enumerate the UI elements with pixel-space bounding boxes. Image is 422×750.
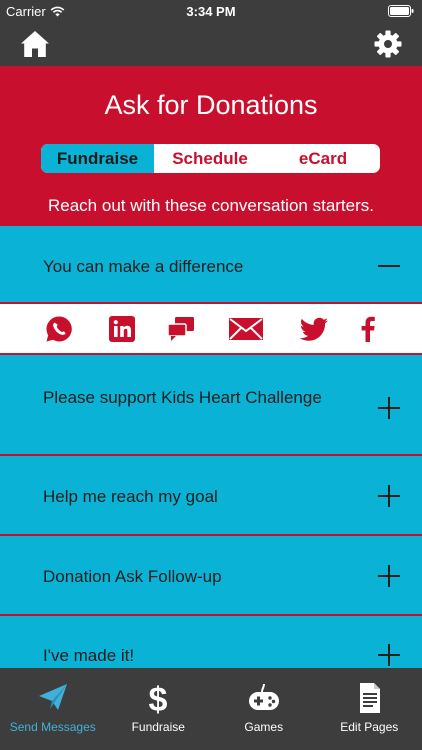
svg-text:$: $ (149, 682, 168, 714)
facebook-icon[interactable] (356, 314, 380, 344)
whatsapp-icon[interactable] (44, 314, 74, 344)
email-icon[interactable] (228, 314, 264, 344)
linkedin-icon[interactable] (107, 314, 137, 344)
gamepad-icon (248, 683, 279, 710)
collapse-icon[interactable] (378, 255, 400, 277)
message-row-made-it[interactable]: I've made it! (0, 616, 422, 668)
nav-bar (0, 22, 422, 66)
home-icon[interactable] (20, 30, 50, 58)
expand-icon[interactable] (378, 485, 400, 507)
tab-fundraise[interactable]: $ Fundraise (106, 668, 212, 750)
battery-icon (388, 5, 414, 17)
message-label: Help me reach my goal (43, 487, 218, 506)
tab-label: Send Messages (9, 720, 96, 734)
expand-icon[interactable] (378, 644, 400, 666)
expand-icon[interactable] (378, 565, 400, 587)
status-time: 3:34 PM (186, 4, 236, 19)
tab-edit-pages[interactable]: Edit Pages (317, 668, 422, 750)
donations-header: Ask for Donations Fundraise Schedule eCa… (0, 66, 422, 226)
tab-label: Games (244, 720, 284, 734)
expand-icon[interactable] (378, 397, 400, 419)
twitter-icon[interactable] (298, 314, 330, 344)
message-icon[interactable] (166, 314, 196, 344)
gear-icon[interactable] (374, 30, 402, 58)
header-subtitle: Reach out with these conversation starte… (48, 196, 374, 215)
paper-plane-icon (38, 684, 67, 710)
segment-fundraise[interactable]: Fundraise (41, 144, 154, 173)
tab-bar: Send Messages $ Fundraise Games Edit Pag… (0, 668, 422, 750)
message-row-kids-heart[interactable]: Please support Kids Heart Challenge (0, 357, 422, 456)
message-label: Donation Ask Follow-up (43, 567, 222, 586)
dollar-icon: $ (149, 682, 168, 714)
share-bar (0, 304, 422, 355)
tab-send-messages[interactable]: Send Messages (0, 668, 106, 750)
message-list: You can make a difference Please support… (0, 226, 422, 668)
tab-games[interactable]: Games (211, 668, 317, 750)
tab-label: Fundraise (131, 720, 185, 734)
message-label: You can make a difference (43, 257, 244, 276)
message-label: I've made it! (43, 646, 135, 665)
tab-label: Edit Pages (340, 720, 399, 734)
segment-ecard[interactable]: eCard (266, 144, 380, 173)
status-bar: Carrier 3:34 PM (0, 0, 422, 22)
page-title: Ask for Donations (104, 90, 318, 120)
message-label: Please support Kids Heart Challenge (43, 388, 322, 407)
segment-schedule[interactable]: Schedule (154, 144, 266, 173)
segmented-control: Fundraise Schedule eCard (41, 144, 380, 173)
message-row-reach-goal[interactable]: Help me reach my goal (0, 456, 422, 536)
message-row-make-difference[interactable]: You can make a difference (0, 226, 422, 304)
message-row-follow-up[interactable]: Donation Ask Follow-up (0, 536, 422, 616)
document-icon (360, 683, 381, 713)
